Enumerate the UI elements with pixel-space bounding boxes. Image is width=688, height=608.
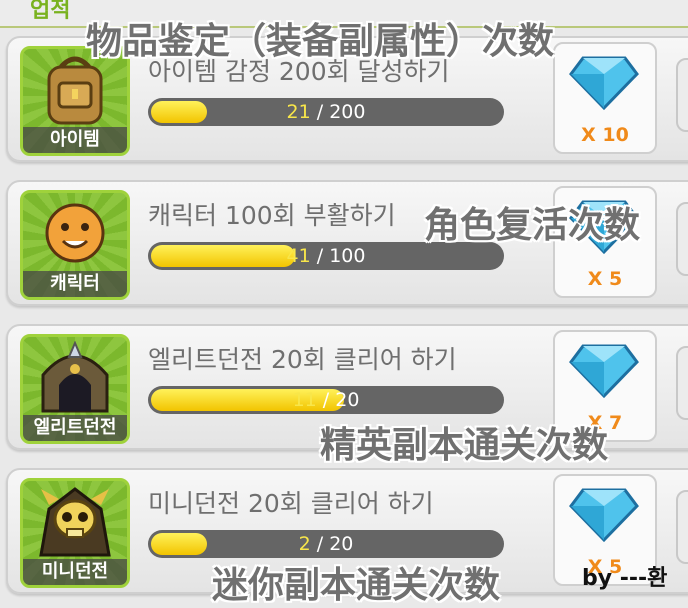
annotation-revive: 角色复活次数 [424, 205, 641, 246]
progress-bar: 2 / 20 [148, 530, 504, 558]
claim-button[interactable] [676, 202, 688, 276]
reward-box: X 10 [553, 42, 657, 154]
signature: by ---환 [582, 566, 668, 591]
category-label: 엘리트던전 [23, 415, 127, 441]
achievement-icon-box: 캐릭터 [20, 190, 130, 300]
annotation-mini: 迷你副本通关次数 [212, 565, 501, 606]
progress-total: / 100 [316, 245, 366, 267]
gem-icon [569, 56, 639, 111]
progress-bar: 21 / 200 [148, 98, 504, 126]
backpack-icon [47, 56, 103, 125]
gem-icon [569, 344, 639, 399]
progress-total: / 20 [322, 389, 360, 411]
progress-current: 41 [286, 245, 311, 267]
progress-total: / 20 [316, 533, 354, 555]
gem-icon [569, 488, 639, 543]
reward-count: X 5 [587, 268, 623, 290]
achievement-title: 미니던전 20회 클리어 하기 [148, 489, 434, 518]
claim-button[interactable] [676, 346, 688, 420]
progress-bar: 11 / 20 [148, 386, 504, 414]
claim-button[interactable] [676, 58, 688, 132]
category-label: 미니던전 [23, 559, 127, 585]
progress-current: 21 [286, 101, 311, 123]
achievement-icon-box: 미니던전 [20, 478, 130, 588]
reward-count: X 10 [581, 124, 629, 146]
achievement-title: 엘리트던전 20회 클리어 하기 [148, 345, 457, 374]
achievement-icon-box: 엘리트던전 [20, 334, 130, 444]
character-face-icon [45, 203, 105, 263]
annotation-item-identify: 物品鉴定（装备副属性）次数 [86, 21, 555, 62]
category-label: 캐릭터 [23, 271, 127, 297]
progress-total: / 200 [316, 101, 366, 123]
achievement-title: 캐릭터 100회 부활하기 [148, 201, 396, 230]
category-label: 아이템 [23, 127, 127, 153]
section-title-partial: 업적 [30, 0, 71, 23]
claim-button[interactable] [676, 490, 688, 564]
skull-icon [39, 487, 111, 557]
annotation-elite: 精英副本通关次数 [320, 425, 609, 466]
progress-current: 11 [292, 389, 317, 411]
elite-dungeon-gate-icon [41, 341, 109, 413]
progress-current: 2 [298, 533, 311, 555]
